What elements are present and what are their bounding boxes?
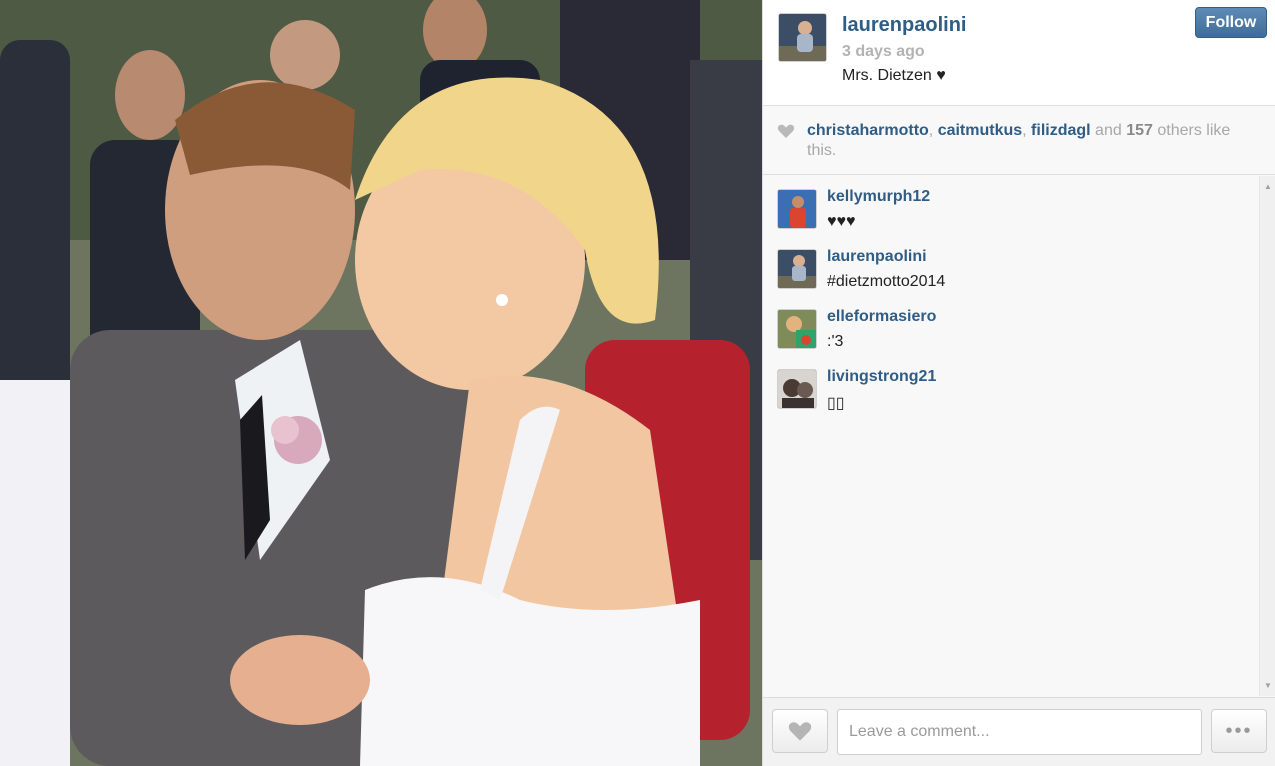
commenter-avatar[interactable]: [777, 189, 817, 229]
follow-button[interactable]: Follow: [1195, 7, 1267, 38]
more-options-button[interactable]: •••: [1211, 709, 1267, 753]
comment-text: :'3: [827, 333, 844, 350]
comment-footer: •••: [763, 697, 1275, 766]
comment-text: #dietzmotto2014: [827, 273, 946, 290]
comment-item: elleformasiero :'3: [777, 296, 1257, 356]
comment-item: livingstrong21 ▯▯: [777, 356, 1257, 416]
liker-username[interactable]: filizdagl: [1031, 122, 1091, 139]
commenter-avatar-image: [778, 370, 816, 408]
commenter-avatar[interactable]: [777, 369, 817, 409]
comment-text: ▯▯: [827, 395, 845, 412]
wedding-photo-illustration: [0, 0, 762, 766]
comments-list: kellymurph12 ♥♥♥ laurenpaolini #dietzmot…: [763, 176, 1275, 696]
comments-scrollbar[interactable]: ▲ ▼: [1259, 176, 1275, 696]
commenter-avatar[interactable]: [777, 249, 817, 289]
post-side-panel: laurenpaolini 3 days ago Mrs. Dietzen ♥ …: [762, 0, 1275, 766]
owner-username[interactable]: laurenpaolini: [842, 14, 966, 37]
comment-username[interactable]: kellymurph12: [827, 188, 930, 206]
heart-icon: [777, 124, 795, 138]
comment-username[interactable]: elleformasiero: [827, 308, 936, 326]
comment-text: ♥♥♥: [827, 213, 856, 230]
likes-and-text: and: [1090, 122, 1127, 139]
liker-username[interactable]: christaharmotto: [807, 122, 929, 139]
post-photo[interactable]: [0, 0, 762, 766]
commenter-avatar-image: [778, 250, 816, 288]
more-icon: •••: [1225, 719, 1253, 742]
scroll-up-icon[interactable]: ▲: [1264, 182, 1272, 191]
heart-icon: [788, 722, 812, 741]
scroll-down-icon[interactable]: ▼: [1264, 681, 1272, 690]
post-caption: Mrs. Dietzen ♥: [842, 67, 946, 84]
commenter-avatar-image: [778, 310, 816, 348]
owner-avatar[interactable]: [778, 13, 827, 62]
post-viewer: laurenpaolini 3 days ago Mrs. Dietzen ♥ …: [0, 0, 1275, 766]
comment-item: kellymurph12 ♥♥♥: [777, 176, 1257, 236]
liker-username[interactable]: caitmutkus: [938, 122, 1022, 139]
likes-separator: ,: [1022, 122, 1032, 139]
likes-separator: ,: [928, 122, 938, 139]
commenter-avatar[interactable]: [777, 309, 817, 349]
comment-username[interactable]: laurenpaolini: [827, 248, 927, 266]
post-header: laurenpaolini 3 days ago Mrs. Dietzen ♥ …: [763, 0, 1275, 106]
owner-avatar-image: [779, 14, 826, 61]
comment-username[interactable]: livingstrong21: [827, 368, 936, 386]
comment-input[interactable]: [837, 709, 1202, 755]
post-timestamp[interactable]: 3 days ago: [842, 43, 925, 61]
like-button[interactable]: [772, 709, 828, 753]
likes-others-count[interactable]: 157: [1126, 122, 1153, 139]
commenter-avatar-image: [778, 190, 816, 228]
comment-item: laurenpaolini #dietzmotto2014: [777, 236, 1257, 296]
likes-summary: christaharmotto, caitmutkus, filizdagl a…: [763, 107, 1275, 175]
